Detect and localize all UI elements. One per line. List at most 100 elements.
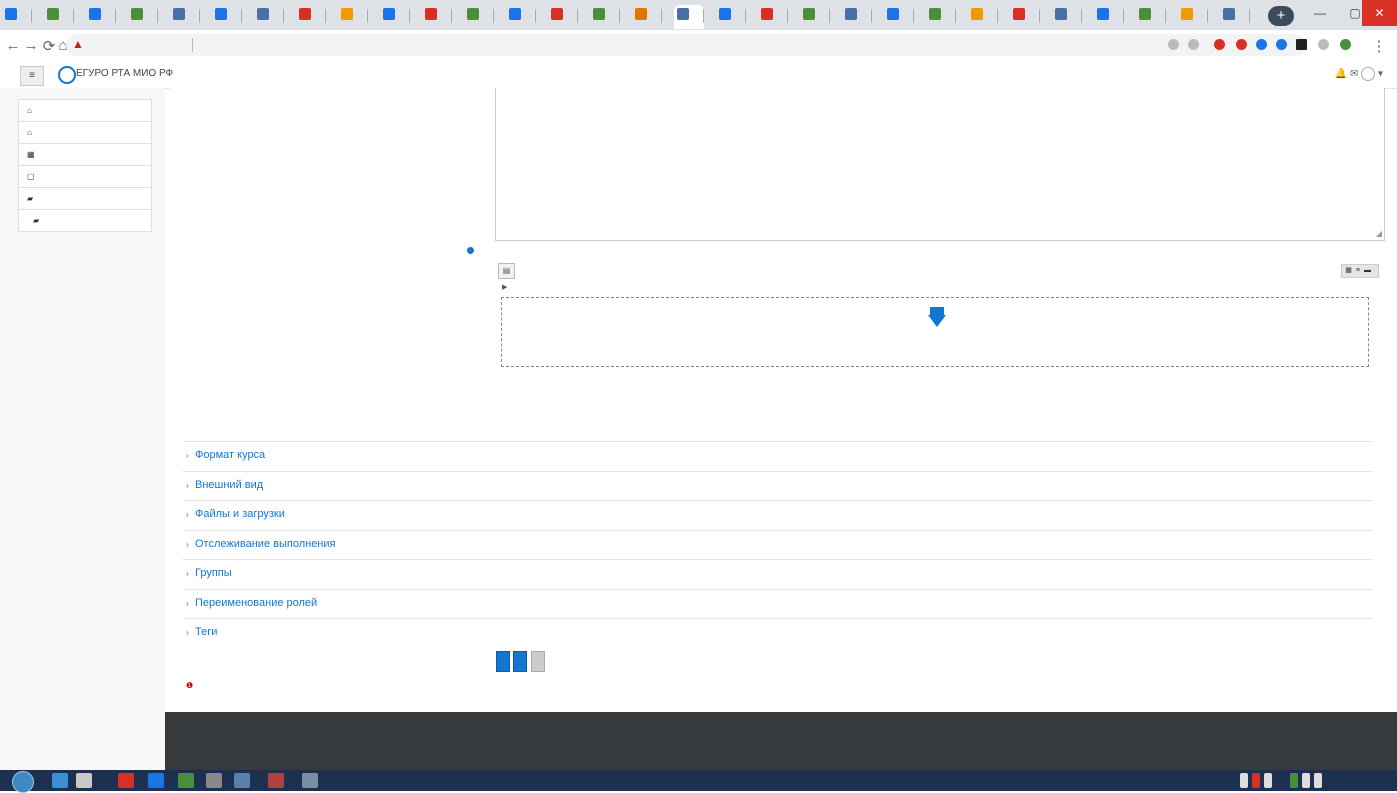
- drawer-item-calendar[interactable]: ▦: [18, 143, 152, 166]
- warning-icon[interactable]: ▲: [72, 37, 84, 51]
- browser-tab[interactable]: [1094, 5, 1124, 29]
- start-button[interactable]: [12, 771, 34, 793]
- site-name[interactable]: ЕГУРО РТА МИО РФ: [76, 68, 173, 79]
- browser-tab[interactable]: [2, 5, 32, 29]
- drawer-item-private-files[interactable]: ▢: [18, 165, 152, 188]
- section-title[interactable]: Отслеживание выполнения: [195, 538, 336, 550]
- taskbar-app-icon[interactable]: [268, 773, 284, 788]
- collapsible-section[interactable]: › Переименование ролей: [183, 588, 1373, 619]
- extension-icon[interactable]: [1296, 39, 1307, 50]
- collapsible-section[interactable]: › Файлы и загрузки: [183, 500, 1373, 530]
- add-file-button[interactable]: ▤: [498, 263, 515, 279]
- help-icon[interactable]: [467, 247, 474, 254]
- course-summary-editor[interactable]: ◢: [495, 88, 1385, 241]
- user-menu-chevron-icon[interactable]: ▾: [1378, 69, 1383, 80]
- tray-icon[interactable]: [1290, 773, 1298, 788]
- taskbar-app-icon[interactable]: [148, 773, 164, 788]
- zoom-icon[interactable]: [1168, 39, 1179, 50]
- view-mode-toggle[interactable]: ▦≡▬: [1341, 264, 1379, 278]
- extension-icon[interactable]: [1318, 39, 1329, 50]
- collapsible-section[interactable]: › Отслеживание выполнения: [183, 529, 1373, 560]
- browser-tab[interactable]: [1136, 5, 1166, 29]
- filepicker-path[interactable]: ▶: [502, 283, 507, 291]
- save-and-display-button[interactable]: [513, 651, 528, 672]
- collapsible-section[interactable]: › Группы: [183, 559, 1373, 589]
- browser-tab[interactable]: [128, 5, 158, 29]
- extension-icon[interactable]: [1256, 39, 1267, 50]
- browser-tab[interactable]: [968, 5, 998, 29]
- browser-tab[interactable]: [506, 5, 536, 29]
- drawer-item-my-courses[interactable]: ▰: [18, 187, 152, 210]
- browser-tab[interactable]: [842, 5, 872, 29]
- browser-tab[interactable]: [422, 5, 452, 29]
- browser-tab[interactable]: [212, 5, 242, 29]
- section-title[interactable]: Переименование ролей: [195, 597, 317, 609]
- tray-icon[interactable]: [1302, 773, 1310, 788]
- tray-icon[interactable]: [1252, 773, 1260, 788]
- cancel-button[interactable]: [530, 651, 545, 672]
- collapsible-section[interactable]: › Формат курса: [183, 441, 1373, 471]
- browser-tab[interactable]: [548, 5, 578, 29]
- browser-tab[interactable]: [1052, 5, 1082, 29]
- drawer-item-home[interactable]: ⌂: [18, 121, 152, 144]
- browser-tab[interactable]: [44, 5, 74, 29]
- section-title[interactable]: Файлы и загрузки: [195, 508, 285, 520]
- extension-icon[interactable]: [1236, 39, 1247, 50]
- extension-icon[interactable]: [1214, 39, 1225, 50]
- browser-tab[interactable]: [296, 5, 326, 29]
- notifications-icon[interactable]: 🔔: [1335, 69, 1347, 80]
- browser-tab[interactable]: [590, 5, 620, 29]
- browser-tab[interactable]: [800, 5, 830, 29]
- profile-avatar[interactable]: [1340, 39, 1351, 50]
- browser-menu-icon[interactable]: ⋮: [1370, 37, 1388, 55]
- browser-tab[interactable]: [674, 5, 704, 29]
- minimize-icon[interactable]: —: [1300, 0, 1340, 26]
- bookmark-star-icon[interactable]: [1188, 39, 1199, 50]
- browser-tab[interactable]: [758, 5, 788, 29]
- taskbar-app-icon[interactable]: [302, 773, 318, 788]
- section-title[interactable]: Формат курса: [195, 449, 265, 461]
- browser-tab[interactable]: [1010, 5, 1040, 29]
- browser-tab[interactable]: [884, 5, 914, 29]
- tray-icon[interactable]: [1240, 773, 1248, 788]
- forward-icon[interactable]: →: [22, 37, 40, 54]
- ie-icon[interactable]: [52, 773, 68, 788]
- taskbar-app-icon[interactable]: [76, 773, 92, 788]
- taskbar-app-icon[interactable]: [206, 773, 222, 788]
- files-icon: ▢: [27, 172, 35, 181]
- chrome-icon[interactable]: [178, 773, 194, 788]
- tray-icon[interactable]: [1314, 773, 1322, 788]
- extension-icon[interactable]: [1276, 39, 1287, 50]
- browser-tab[interactable]: [1178, 5, 1208, 29]
- close-window-icon[interactable]: ✕: [1362, 0, 1397, 26]
- browser-tab[interactable]: [926, 5, 956, 29]
- collapsible-section[interactable]: › Теги: [183, 618, 1373, 648]
- opera-icon[interactable]: [118, 773, 134, 788]
- section-title[interactable]: Теги: [195, 626, 217, 638]
- avatar[interactable]: [1361, 67, 1376, 81]
- save-and-return-button[interactable]: [496, 651, 510, 672]
- tray-icon[interactable]: [1264, 773, 1272, 788]
- browser-tab[interactable]: [632, 5, 662, 29]
- browser-tab[interactable]: [170, 5, 200, 29]
- collapsible-section[interactable]: › Внешний вид: [183, 470, 1373, 501]
- browser-tab[interactable]: [86, 5, 116, 29]
- browser-tab[interactable]: [338, 5, 368, 29]
- messages-icon[interactable]: ✉: [1350, 69, 1358, 80]
- browser-tab[interactable]: [380, 5, 410, 29]
- taskbar-app-icon[interactable]: [234, 773, 250, 788]
- address-bar[interactable]: ▲: [66, 34, 1306, 56]
- browser-tab[interactable]: [716, 5, 746, 29]
- browser-tab[interactable]: [254, 5, 284, 29]
- resize-handle-icon[interactable]: ◢: [1376, 229, 1382, 238]
- new-tab-button[interactable]: +: [1268, 6, 1294, 26]
- drawer-toggle-button[interactable]: ≡: [20, 66, 44, 86]
- browser-tab[interactable]: [464, 5, 494, 29]
- section-title[interactable]: Группы: [195, 567, 232, 579]
- back-icon[interactable]: ←: [4, 37, 22, 54]
- drawer-item-course[interactable]: ▰: [18, 209, 152, 232]
- drawer-item-dashboard[interactable]: ⌂: [18, 99, 152, 122]
- browser-tab[interactable]: [1220, 5, 1250, 29]
- section-title[interactable]: Внешний вид: [195, 479, 263, 491]
- tab-favicon-icon: [1181, 8, 1193, 20]
